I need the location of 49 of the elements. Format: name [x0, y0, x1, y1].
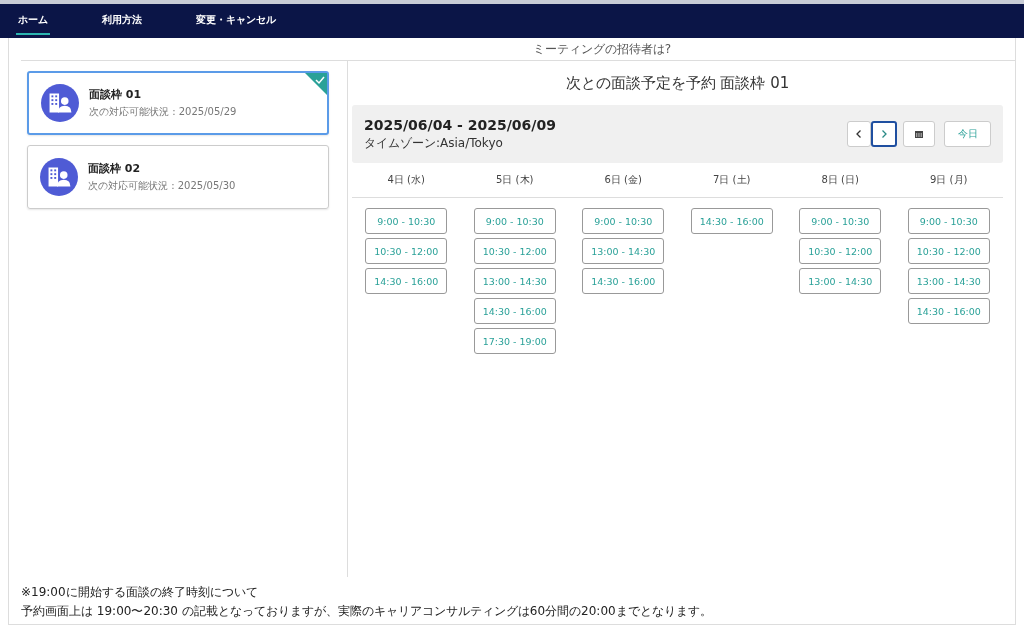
time-slot-button[interactable]: 17:30 - 19:00 [473, 328, 556, 354]
calendar-button[interactable] [903, 121, 935, 147]
time-slot-button[interactable]: 13:00 - 14:30 [907, 268, 990, 294]
calendar-icon [914, 129, 924, 139]
time-slot-button[interactable]: 9:00 - 10:30 [365, 208, 448, 234]
time-slot-button[interactable]: 14:30 - 16:00 [582, 268, 665, 294]
building-person-icon [40, 158, 78, 196]
check-corner-icon [305, 73, 327, 95]
day-header: 4日 (水) [386, 173, 426, 187]
time-slot-button[interactable]: 14:30 - 16:00 [473, 298, 556, 324]
slot-title: 面談枠 01 [89, 87, 143, 102]
date-range: 2025/06/04 - 2025/06/09 [364, 116, 556, 133]
next-button[interactable] [871, 121, 897, 147]
time-slot-button[interactable]: 10:30 - 12:00 [365, 238, 448, 264]
time-slot-button[interactable]: 14:30 - 16:00 [690, 208, 773, 234]
note-text: 予約画面上は 19:00〜20:30 の記載となっておりますが、実際のキャリアコンサルティングは60分間の20:00までとなります。 [21, 603, 713, 620]
time-slot-button[interactable]: 14:30 - 16:00 [907, 298, 990, 324]
day-header: 7日 (土) [712, 173, 752, 187]
time-slot-button[interactable]: 9:00 - 10:30 [799, 208, 882, 234]
availability-text: 次の対応可能状況 : 2025/05/29 [89, 105, 237, 119]
slot-title: 面談枠 02 [88, 161, 142, 176]
time-slot-button[interactable]: 13:00 - 14:30 [582, 238, 665, 264]
today-button[interactable]: 今日 [944, 121, 991, 147]
timezone-text: タイムゾーン:Asia/Tokyo [364, 134, 504, 152]
meeting-slot-card[interactable]: 面談枠 01 次の対応可能状況 : 2025/05/29 [27, 71, 329, 135]
day-header: 6日 (金) [603, 173, 643, 187]
time-slot-button[interactable]: 10:30 - 12:00 [799, 238, 882, 264]
building-person-icon [41, 84, 79, 122]
chevron-left-icon [854, 129, 864, 139]
time-slot-button[interactable]: 13:00 - 14:30 [799, 268, 882, 294]
time-slot-button[interactable]: 10:30 - 12:00 [907, 238, 990, 264]
day-header: 8日 (日) [820, 173, 860, 187]
section-heading: ミーティングの招待者は? [531, 41, 673, 58]
time-slot-button[interactable]: 10:30 - 12:00 [473, 238, 556, 264]
time-slot-button[interactable]: 13:00 - 14:30 [473, 268, 556, 294]
schedule-title: 次との面談予定を予約 面談枠 01 [564, 73, 791, 94]
time-slot-button[interactable]: 9:00 - 10:30 [907, 208, 990, 234]
time-slot-button[interactable]: 14:30 - 16:00 [365, 268, 448, 294]
time-slot-button[interactable]: 9:00 - 10:30 [582, 208, 665, 234]
availability-text: 次の対応可能状況 : 2025/05/30 [88, 179, 236, 193]
note-text: ※19:00に開始する面談の終了時刻について [21, 584, 259, 601]
nav-tab[interactable]: 利用方法 [100, 7, 144, 35]
nav-tab[interactable]: ホーム [16, 7, 50, 35]
chevron-right-icon [879, 129, 889, 139]
meeting-slot-card[interactable]: 面談枠 02 次の対応可能状況 : 2025/05/30 [27, 145, 329, 209]
day-header: 9日 (月) [929, 173, 969, 187]
time-slot-button[interactable]: 9:00 - 10:30 [473, 208, 556, 234]
day-header: 5日 (木) [495, 173, 535, 187]
nav-tab[interactable]: 変更・キャンセル [194, 7, 278, 35]
